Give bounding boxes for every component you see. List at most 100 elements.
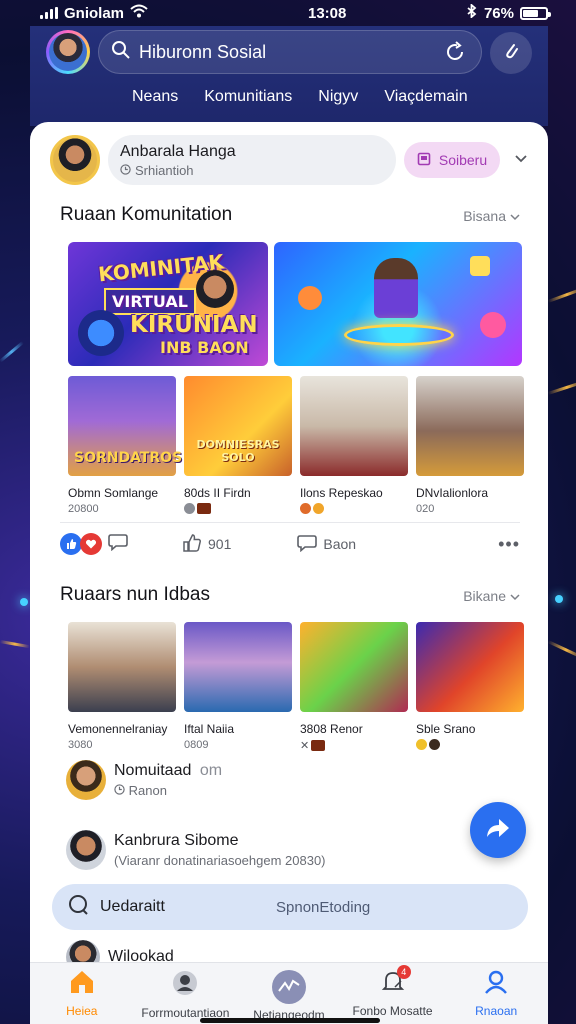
update-status-bar[interactable]: Uedaraitt SpnonEtoding xyxy=(52,884,528,930)
avatar-mini xyxy=(313,503,324,514)
composer-input[interactable]: Anbarala Hanga Srhiantioh xyxy=(108,135,396,185)
like-reaction-icon[interactable] xyxy=(60,533,82,555)
nav-profile[interactable]: Rnaoan xyxy=(444,963,548,1024)
see-more-label: Bisana xyxy=(463,208,506,224)
banner-text: KIRUNIAN xyxy=(130,312,258,338)
section-see-more[interactable]: Bikane xyxy=(463,588,520,604)
tab-communities[interactable]: Komunitians xyxy=(204,88,292,106)
community-thumb[interactable]: DNvIalionlora 020 xyxy=(416,376,524,515)
ideas-thumb[interactable]: 3808 Renor ✕ xyxy=(300,622,408,752)
nav-network[interactable]: Netiangeodm xyxy=(237,963,341,1024)
main-feed-card: Anbarala Hanga Srhiantioh Soiberu Ruaan … xyxy=(30,122,548,1024)
composer-name: Anbarala Hanga xyxy=(120,142,236,160)
community-thumb[interactable]: DOMNIESRAS SOLO 80ds II Firdn xyxy=(184,376,292,515)
section-see-more[interactable]: Bisana xyxy=(463,208,520,224)
clock: 13:08 xyxy=(308,4,347,22)
featured-banner-community[interactable]: KOMINITAK VIRTUAL KIRUNIAN INB BAON xyxy=(68,242,268,366)
avatar-mini xyxy=(311,740,326,751)
composer-avatar[interactable] xyxy=(50,135,100,185)
thumb-sub: 020 xyxy=(416,503,435,515)
tab-videos[interactable]: Viaçdemain xyxy=(384,88,467,106)
nav-home[interactable]: Heiea xyxy=(30,963,134,1024)
like-count: 901 xyxy=(208,536,232,552)
tab-news[interactable]: Neans xyxy=(132,88,178,106)
share-arrow-icon xyxy=(485,817,511,844)
dancer-graphic xyxy=(374,258,418,318)
person-text: Nomuitaad om Ranon xyxy=(114,762,222,798)
home-icon xyxy=(68,969,96,998)
person-list-item[interactable]: Nomuitaad om Ranon xyxy=(66,760,222,800)
thumb-title: Ilons Repeskao xyxy=(300,486,383,500)
community-thumb[interactable]: Ilons Repeskao xyxy=(300,376,408,515)
ideas-thumb[interactable]: Sble Srano xyxy=(416,622,524,752)
nav-forum[interactable]: Forrmoutantiaon xyxy=(134,963,238,1024)
thumb-sub: 3080 xyxy=(68,739,93,751)
post-icon xyxy=(417,152,431,169)
community-thumb[interactable]: SORNDATROS Obmn Somlange 20800 xyxy=(68,376,182,515)
avatar-mini xyxy=(300,503,311,514)
activity-icon xyxy=(271,969,307,1008)
more-options-icon[interactable]: ••• xyxy=(498,534,520,555)
floating-object xyxy=(470,256,490,276)
like-button[interactable]: 901 xyxy=(182,533,231,556)
floating-object xyxy=(298,286,322,310)
thumb-sub xyxy=(184,503,292,514)
wifi-icon xyxy=(130,4,148,22)
search-icon[interactable] xyxy=(111,40,131,65)
search-input[interactable] xyxy=(139,41,441,63)
profile-icon xyxy=(483,969,509,998)
thumb-title: Vemonennelraniay xyxy=(68,722,168,736)
featured-banner-party[interactable] xyxy=(274,242,522,366)
thumb-image xyxy=(416,622,524,712)
person-name: Nomuitaad om xyxy=(114,762,222,780)
close-small-icon: ✕ xyxy=(300,740,310,752)
submit-button[interactable]: Soiberu xyxy=(404,142,500,178)
user-avatar[interactable] xyxy=(46,30,90,74)
composer-sub-text: Srhiantioh xyxy=(135,162,194,178)
share-fab-button[interactable] xyxy=(470,802,526,858)
comment-icon xyxy=(297,534,318,555)
thumb-title: 80ds II Firdn xyxy=(184,486,251,500)
section-title: Ruaan Komunitation xyxy=(60,204,233,225)
thumb-title: Iftal Naiia xyxy=(184,722,235,736)
nav-notifications[interactable]: 4 Fonbo Mosatte xyxy=(341,963,445,1024)
status-right-group: 76% xyxy=(466,3,551,22)
comment-bubble-icon[interactable] xyxy=(108,533,128,556)
top-nav-tabs: Neans Komunitians Nigyv Viaçdemain xyxy=(30,88,548,106)
composer-subtitle: Srhiantioh xyxy=(120,163,384,178)
refresh-icon[interactable] xyxy=(441,38,469,66)
carrier-group: Gniolam xyxy=(40,4,250,22)
thumb-image xyxy=(300,376,408,476)
avatar-mini xyxy=(429,739,440,750)
battery-icon xyxy=(520,6,551,20)
chevron-down-icon xyxy=(510,208,520,224)
comment-button[interactable]: Baon xyxy=(297,534,356,555)
background-light-streak xyxy=(547,286,576,303)
tab-now[interactable]: Nigyv xyxy=(318,88,358,106)
community-thumb-row: SORNDATROS Obmn Somlange 20800 DOMNIESRA… xyxy=(68,376,524,515)
background-light-streak xyxy=(547,640,576,660)
background-light-streak xyxy=(0,640,30,649)
ideas-thumb[interactable]: Vemonennelraniay 3080 xyxy=(68,622,176,752)
person-avatar xyxy=(66,760,106,800)
ideas-thumb[interactable]: Iftal Naiia 0809 xyxy=(184,622,292,752)
update-label: Uedaraitt xyxy=(100,898,165,915)
person-graphic xyxy=(196,270,234,308)
nav-label: Fonbo Mosatte xyxy=(352,1004,433,1018)
submit-label: Soiberu xyxy=(438,152,488,168)
thumb-caption: SORNDATROS xyxy=(74,450,183,466)
avatar-mini xyxy=(184,503,195,514)
thumb-sub: 0809 xyxy=(184,739,209,751)
banner-text: INB BAON xyxy=(160,338,249,357)
chevron-down-icon[interactable] xyxy=(514,151,528,169)
bluetooth-icon xyxy=(466,3,478,22)
person-name: Kanbrura Sibome xyxy=(114,832,239,849)
thumb-caption: DOMNIESRAS SOLO xyxy=(196,438,280,464)
person-sub: (Viaranr donatinariasoehgem 20830) xyxy=(114,853,326,868)
heart-reaction-icon[interactable] xyxy=(80,533,102,555)
thumb-title: Sble Srano xyxy=(416,722,476,736)
post-composer: Anbarala Hanga Srhiantioh Soiberu xyxy=(50,134,528,186)
attachment-button[interactable] xyxy=(490,32,532,74)
section-title: Ruaars nun Idbas xyxy=(60,584,210,605)
person-list-item[interactable]: Kanbrura Sibome (Viaranr donatinariasoeh… xyxy=(66,830,326,870)
